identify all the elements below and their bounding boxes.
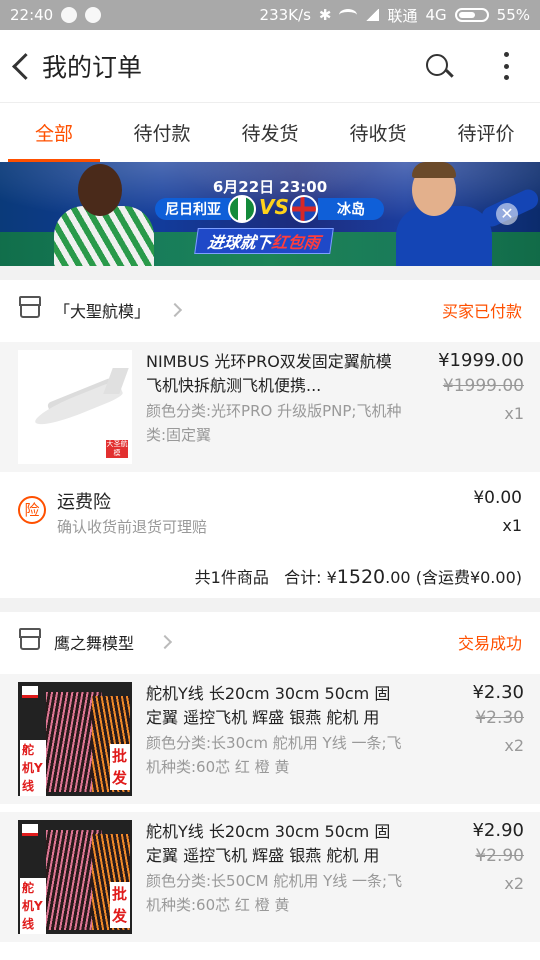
back-icon[interactable]	[4, 30, 40, 102]
insurance-icon: 险	[18, 496, 46, 524]
match-date: 6月22日 23:00	[212, 178, 328, 196]
product-thumbnail: 舵机Y线一分二 批发	[18, 682, 132, 796]
order-item[interactable]: 大圣航模 NIMBUS 光环PRO双发固定翼航模飞机快拆航测飞机便携... 颜色…	[0, 342, 540, 472]
wifi-icon	[339, 9, 358, 21]
banner-slogan: 进球就下 红包雨	[194, 228, 334, 254]
total-label: 合计:	[284, 568, 322, 587]
chevron-right-icon	[167, 302, 183, 318]
total-decimal: .00	[385, 568, 411, 587]
header: 我的订单	[0, 30, 540, 102]
shop-header[interactable]: 「大聖航模」 买家已付款	[0, 280, 540, 340]
product-sku: 颜色分类:长50CM 舵机用 Y线 一条;飞机种类:60芯 红 橙 黄	[146, 872, 403, 914]
banner-close-icon[interactable]: ✕	[496, 203, 518, 225]
order-tabs: 全部 待付款 待发货 待收货 待评价	[0, 102, 540, 162]
shipping-fee: (含运费¥0.00)	[415, 568, 522, 587]
status-time: 22:40	[10, 6, 54, 24]
team-left: 尼日利亚	[155, 198, 231, 220]
product-original-price: ¥1999.00	[442, 376, 524, 396]
iceland-flag-icon	[290, 195, 318, 223]
product-quantity: x2	[504, 874, 524, 893]
product-price: ¥1999.00	[438, 350, 524, 371]
battery-percent: 55%	[496, 6, 530, 24]
product-price: ¥2.30	[472, 682, 524, 703]
order-card: 「大聖航模」 买家已付款 大圣航模 NIMBUS 光环PRO双发固定翼航模飞机快…	[0, 280, 540, 598]
vs-label: VS	[259, 195, 289, 219]
app-notification-icon	[85, 7, 102, 23]
thumbnail-tag: 批发	[110, 744, 130, 790]
product-original-price: ¥2.30	[475, 708, 524, 728]
shop-header[interactable]: 鹰之舞模型 交易成功	[0, 612, 540, 672]
order-item[interactable]: 舵机Y线一分二 批发 舵机Y线 长20cm 30cm 50cm 固定翼 遥控飞机…	[0, 812, 540, 942]
shop-icon	[19, 296, 41, 318]
battery-icon	[454, 8, 489, 22]
signal-icon	[365, 9, 380, 21]
product-thumbnail: 大圣航模	[18, 350, 132, 464]
shop-name[interactable]: 鹰之舞模型	[54, 630, 134, 654]
promo-banner[interactable]: 6月22日 23:00 尼日利亚 VS 冰岛 进球就下 红包雨	[0, 162, 540, 266]
product-price: ¥2.90	[472, 820, 524, 841]
order-status: 买家已付款	[441, 302, 522, 321]
thumbnail-label: 舵机Y线一分二	[20, 878, 46, 934]
thumbnail-tag: 批发	[110, 882, 130, 928]
tab-pending-shipment[interactable]: 待发货	[216, 103, 324, 162]
product-title: NIMBUS 光环PRO双发固定翼航模飞机快拆航测飞机便携...	[146, 352, 392, 395]
bluetooth-icon: ✱	[318, 6, 332, 24]
tab-pending-payment[interactable]: 待付款	[108, 103, 216, 162]
total-amount: 1520	[336, 566, 386, 588]
shop-icon	[19, 628, 41, 650]
more-icon[interactable]	[502, 52, 510, 80]
product-quantity: x1	[504, 404, 524, 423]
product-title: 舵机Y线 长20cm 30cm 50cm 固定翼 遥控飞机 辉盛 银燕 舵机 用	[146, 684, 391, 727]
nigeria-flag-icon	[228, 195, 256, 223]
shop-logo	[22, 824, 38, 836]
shipping-insurance: 险 运费险 确认收货前退货可理赔 ¥0.00 x1	[0, 474, 540, 554]
status-bar: 22:40 233K/s ✱ 联通 4G 55%	[0, 0, 540, 30]
tab-all[interactable]: 全部	[0, 103, 108, 162]
page-title: 我的订单	[42, 53, 143, 82]
product-sku: 颜色分类:光环PRO 升级版PNP;飞机种类:固定翼	[146, 402, 402, 444]
network-speed: 233K/s	[259, 6, 311, 24]
tab-pending-receipt[interactable]: 待收货	[324, 103, 432, 162]
insurance-quantity: x1	[502, 516, 522, 535]
network-type: 4G	[425, 6, 447, 24]
search-icon[interactable]	[424, 52, 454, 80]
product-quantity: x2	[504, 736, 524, 755]
product-sku: 颜色分类:长30cm 舵机用 Y线 一条;飞机种类:60芯 红 橙 黄	[146, 734, 402, 776]
team-right: 冰岛	[318, 198, 384, 220]
total-currency: ¥	[326, 568, 337, 587]
shop-name[interactable]: 「大聖航模」	[54, 298, 150, 322]
shop-logo: 大圣航模	[106, 440, 128, 458]
order-summary: 共1件商品 合计: ¥1520.00 (含运费¥0.00)	[0, 554, 540, 598]
product-original-price: ¥2.90	[475, 846, 524, 866]
product-thumbnail: 舵机Y线一分二 批发	[18, 820, 132, 934]
order-status: 交易成功	[457, 634, 522, 653]
shop-logo	[22, 686, 38, 698]
insurance-desc: 确认收货前退货可理赔	[57, 518, 208, 536]
chevron-right-icon	[157, 634, 173, 650]
thumbnail-label: 舵机Y线一分二	[20, 740, 46, 796]
carrier-name: 联通	[387, 6, 418, 25]
tab-pending-review[interactable]: 待评价	[432, 103, 540, 162]
qq-icon	[61, 7, 78, 23]
insurance-title: 运费险	[57, 492, 111, 513]
product-title: 舵机Y线 长20cm 30cm 50cm 固定翼 遥控飞机 辉盛 银燕 舵机 用	[146, 822, 391, 865]
order-item[interactable]: 舵机Y线一分二 批发 舵机Y线 长20cm 30cm 50cm 固定翼 遥控飞机…	[0, 674, 540, 804]
insurance-price: ¥0.00	[473, 488, 522, 508]
order-card: 鹰之舞模型 交易成功 舵机Y线一分二 批发 舵机Y线 长20cm 30cm 50…	[0, 612, 540, 960]
item-count: 共1件商品	[194, 568, 269, 587]
